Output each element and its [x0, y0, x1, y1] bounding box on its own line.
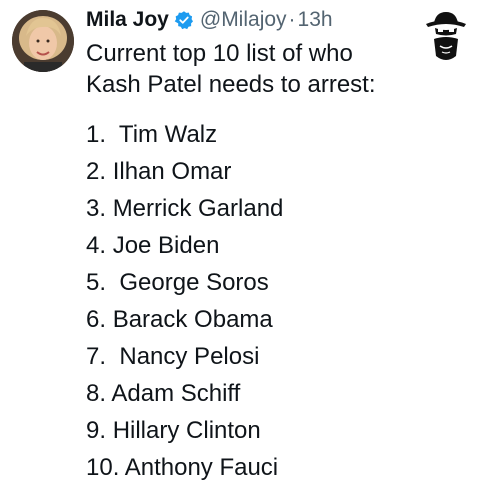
list-item-number: 8. — [86, 380, 107, 407]
list-item-number: 2. — [86, 158, 107, 185]
list-item: 2. Ilhan Omar — [86, 153, 283, 190]
list-item-number: 9. — [86, 417, 107, 444]
list-item-name: Anthony Fauci — [124, 454, 279, 481]
tweet-text-line: Kash Patel needs to arrest: — [86, 71, 376, 98]
list-item: 7. Nancy Pelosi — [86, 338, 283, 375]
timestamp[interactable]: 13h — [298, 8, 333, 32]
tweet-text: Current top 10 list of who Kash Patel ne… — [86, 38, 426, 100]
arrest-list: 1. Tim Walz 2. Ilhan Omar 3. Merrick Gar… — [86, 116, 283, 486]
tweet-header: Mila Joy @Milajoy · 13h — [86, 6, 333, 34]
tweet: Mila Joy @Milajoy · 13h Current top 10 l… — [0, 0, 481, 500]
masked-bandit-icon — [420, 6, 472, 68]
separator-dot: · — [288, 8, 296, 31]
list-item: 5. George Soros — [86, 264, 283, 301]
list-item-number: 7. — [86, 343, 107, 370]
list-item-name: Joe Biden — [112, 232, 220, 259]
list-item-number: 10. — [86, 454, 120, 481]
list-item-number: 4. — [86, 232, 107, 259]
list-item: 4. Joe Biden — [86, 227, 283, 264]
list-item-name: Barack Obama — [112, 306, 273, 333]
avatar-image — [12, 10, 74, 72]
list-item: 1. Tim Walz — [86, 116, 283, 153]
list-item-name: Ilhan Omar — [112, 158, 232, 185]
list-item: 8. Adam Schiff — [86, 375, 283, 412]
list-item-number: 6. — [86, 306, 107, 333]
list-item-number: 3. — [86, 195, 107, 222]
list-item-number: 1. — [86, 121, 107, 148]
list-item-name: Nancy Pelosi — [119, 343, 260, 370]
display-name[interactable]: Mila Joy — [86, 8, 169, 32]
list-item-name: George Soros — [119, 269, 269, 296]
list-item: 6. Barack Obama — [86, 301, 283, 338]
list-item-name: Tim Walz — [118, 121, 218, 148]
list-item-name: Merrick Garland — [112, 195, 284, 222]
handle[interactable]: @Milajoy — [200, 8, 287, 32]
verified-badge-icon — [174, 10, 194, 30]
list-item: 3. Merrick Garland — [86, 190, 283, 227]
tweet-text-line: Current top 10 list of who — [86, 40, 353, 67]
list-item-name: Hillary Clinton — [112, 417, 261, 444]
list-item-number: 5. — [86, 269, 107, 296]
list-item-name: Adam Schiff — [111, 380, 241, 407]
avatar[interactable] — [12, 10, 74, 72]
list-item: 10. Anthony Fauci — [86, 449, 283, 486]
list-item: 9. Hillary Clinton — [86, 412, 283, 449]
